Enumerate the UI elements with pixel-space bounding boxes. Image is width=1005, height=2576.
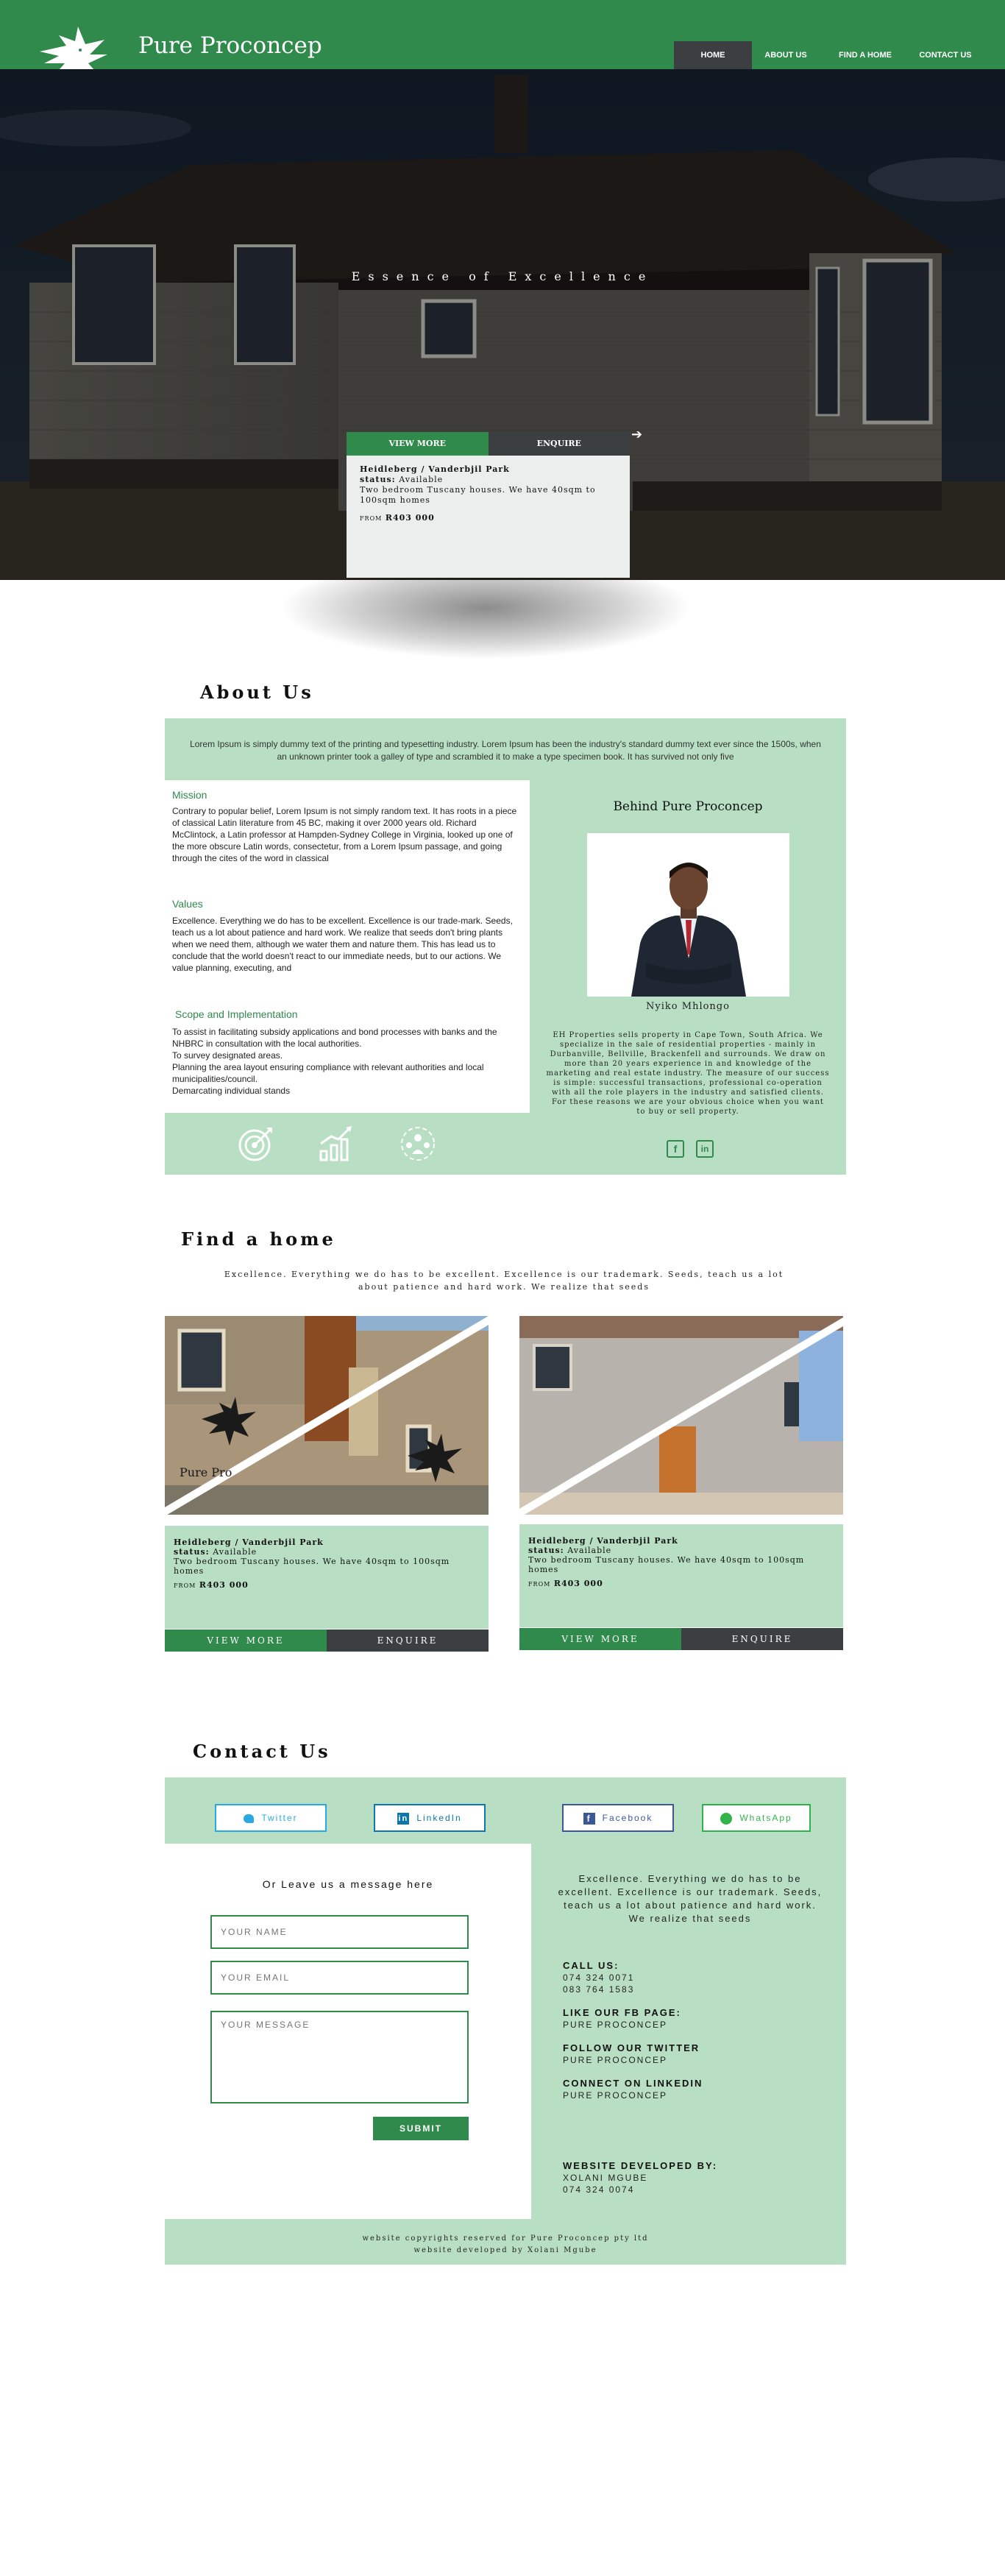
status-value: Available bbox=[213, 1547, 258, 1557]
status-label: status: bbox=[528, 1546, 564, 1555]
view-more-button[interactable]: VIEW MORE bbox=[519, 1628, 681, 1650]
find-intro-text: Excellence. Everything we do has to be e… bbox=[224, 1270, 784, 1292]
price-from-label: FROM bbox=[360, 515, 383, 522]
whatsapp-button[interactable]: WhatsApp bbox=[702, 1804, 811, 1832]
values-text: Excellence. Everything we do has to be e… bbox=[172, 916, 513, 973]
status-value: Available bbox=[399, 475, 444, 484]
scope-item: To assist in facilitating subsidy applic… bbox=[172, 1027, 497, 1049]
linkedin-icon[interactable]: in bbox=[696, 1140, 714, 1158]
home-price: R403 000 bbox=[385, 513, 435, 523]
behind-heading: Behind Pure Proconcep bbox=[613, 799, 763, 814]
facebook-icon: f bbox=[583, 1812, 595, 1825]
scope-item: Planning the area layout ensuring compli… bbox=[172, 1062, 484, 1084]
home-description: Two bedroom Tuscany houses. We have 40sq… bbox=[360, 485, 596, 505]
enquire-button[interactable]: ENQUIRE bbox=[681, 1628, 843, 1650]
developer-credit: website developed by Xolani Mgube bbox=[413, 2246, 597, 2254]
whatsapp-label: WhatsApp bbox=[739, 1813, 792, 1823]
home-description: Two bedroom Tuscany houses. We have 40sq… bbox=[174, 1557, 450, 1576]
twitter-button[interactable]: Twitter bbox=[215, 1804, 327, 1832]
email-field[interactable] bbox=[210, 1961, 469, 1995]
values-heading: Values bbox=[172, 898, 203, 910]
home-card: Heidleberg / Vanderbjil Park status: Ava… bbox=[165, 1526, 489, 1629]
team-icon bbox=[401, 1127, 435, 1161]
founder-name: Nyiko Mhlongo bbox=[646, 1001, 730, 1012]
twitter-heading: FOLLOW OUR TWITTER bbox=[563, 2042, 700, 2053]
copyright-text: website copyrights reserved for Pure Pro… bbox=[362, 2234, 649, 2243]
status-label: status: bbox=[360, 475, 396, 484]
phone-number[interactable]: 083 764 1583 bbox=[563, 1984, 634, 1995]
home-location: Heidleberg / Vanderbjil Park bbox=[174, 1538, 324, 1547]
linkedin-link[interactable]: PURE PROCONCEP bbox=[563, 2090, 667, 2101]
behind-text: EH Properties sells property in Cape Tow… bbox=[546, 1031, 830, 1116]
linkedin-button[interactable]: in LinkedIn bbox=[374, 1804, 486, 1832]
developer-name: XOLANI MGUBE bbox=[563, 2173, 648, 2183]
message-field[interactable] bbox=[210, 2011, 469, 2103]
facebook-icon[interactable]: f bbox=[667, 1140, 684, 1158]
developer-heading: WEBSITE DEVELOPED BY: bbox=[563, 2160, 718, 2171]
nav-home[interactable]: HOME bbox=[674, 41, 752, 69]
status-label: status: bbox=[174, 1547, 210, 1557]
arrow-right-icon[interactable]: ➔ bbox=[631, 427, 642, 442]
linkedin-heading: CONNECT ON LINKEDIN bbox=[563, 2078, 703, 2089]
nav-contact-us[interactable]: CONTACT US bbox=[911, 41, 980, 69]
find-title: Find a home bbox=[181, 1228, 336, 1250]
home-price: R403 000 bbox=[553, 1579, 603, 1588]
facebook-label: Facebook bbox=[602, 1813, 653, 1823]
mission-text: Contrary to popular belief, Lorem Ipsum … bbox=[172, 806, 517, 863]
status-value: Available bbox=[567, 1546, 612, 1555]
footer: website copyrights reserved for Pure Pro… bbox=[165, 2233, 846, 2257]
developer-phone: 074 324 0074 bbox=[563, 2184, 635, 2195]
home-price: R403 000 bbox=[199, 1580, 249, 1590]
watermark-text: Pure Pro bbox=[180, 1465, 232, 1479]
enquire-tab[interactable]: ENQUIRE bbox=[488, 432, 630, 456]
home-location: Heidleberg / Vanderbjil Park bbox=[360, 464, 510, 474]
scope-list: To assist in facilitating subsidy applic… bbox=[172, 1026, 521, 1097]
facebook-button[interactable]: f Facebook bbox=[562, 1804, 674, 1832]
nav-about-us[interactable]: ABOUT US bbox=[752, 41, 820, 69]
hero-tagline: Essence of Excellence bbox=[351, 269, 654, 283]
target-icon bbox=[238, 1128, 272, 1161]
home-image[interactable]: Pure Pro bbox=[165, 1316, 489, 1515]
scope-heading: Scope and Implementation bbox=[175, 1008, 298, 1020]
contact-intro-text: Excellence. Everything we do has to be e… bbox=[558, 1873, 823, 1924]
fb-page-heading: LIKE OUR FB PAGE: bbox=[563, 2007, 681, 2018]
home-location: Heidleberg / Vanderbjil Park bbox=[528, 1536, 678, 1546]
view-more-tab[interactable]: VIEW MORE bbox=[347, 432, 489, 456]
twitter-icon bbox=[244, 1814, 255, 1823]
nav-find-a-home[interactable]: FIND A HOME bbox=[820, 41, 911, 69]
twitter-link[interactable]: PURE PROCONCEP bbox=[563, 2054, 667, 2066]
linkedin-icon: in bbox=[397, 1812, 410, 1825]
linkedin-label: LinkedIn bbox=[416, 1813, 462, 1823]
scope-item: Demarcating individual stands bbox=[172, 1086, 291, 1096]
submit-button[interactable]: SUBMIT bbox=[373, 2117, 469, 2140]
about-title: About Us bbox=[200, 682, 314, 703]
view-more-button[interactable]: VIEW MORE bbox=[165, 1630, 327, 1652]
home-description: Two bedroom Tuscany houses. We have 40sq… bbox=[528, 1555, 805, 1574]
featured-home-card: VIEW MORE ENQUIRE Heidleberg / Vanderbji… bbox=[347, 432, 630, 578]
fb-page-link[interactable]: PURE PROCONCEP bbox=[563, 2019, 667, 2031]
call-us-heading: CALL US: bbox=[563, 1960, 619, 1971]
whatsapp-icon bbox=[720, 1812, 733, 1825]
home-image[interactable] bbox=[519, 1316, 843, 1515]
twitter-label: Twitter bbox=[261, 1813, 298, 1823]
about-intro-text: Lorem Ipsum is simply dummy text of the … bbox=[190, 739, 821, 762]
enquire-button[interactable]: ENQUIRE bbox=[327, 1630, 489, 1652]
price-from-label: FROM bbox=[174, 1582, 196, 1589]
scope-item: To survey designated areas. bbox=[172, 1050, 283, 1061]
phone-number[interactable]: 074 324 0071 bbox=[563, 1972, 634, 1984]
home-card: Heidleberg / Vanderbjil Park status: Ava… bbox=[519, 1524, 843, 1627]
name-field[interactable] bbox=[210, 1915, 469, 1949]
growth-chart-icon bbox=[319, 1126, 352, 1161]
mission-heading: Mission bbox=[172, 789, 207, 801]
price-from-label: FROM bbox=[528, 1581, 551, 1588]
brand-name[interactable]: Pure Proconcep bbox=[138, 32, 322, 59]
form-heading: Or Leave us a message here bbox=[262, 1878, 434, 1890]
founder-photo bbox=[587, 833, 789, 997]
contact-title: Contact Us bbox=[193, 1741, 331, 1762]
